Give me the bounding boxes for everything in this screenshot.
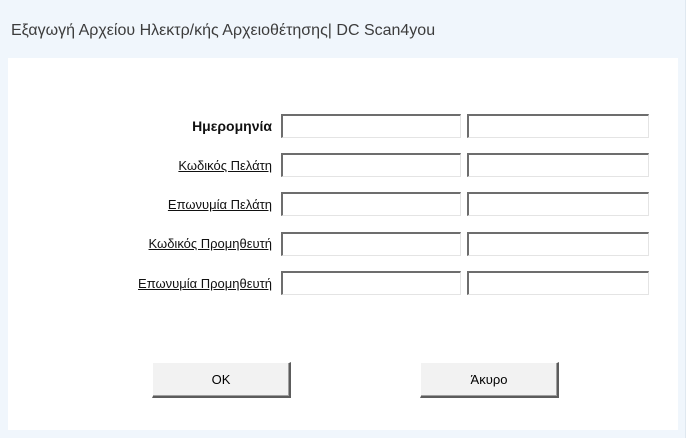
supplier-name-from-input[interactable]	[281, 271, 461, 295]
ok-button[interactable]: OK	[152, 362, 291, 398]
customer-code-to-input[interactable]	[467, 153, 649, 177]
date-to-input[interactable]	[467, 114, 649, 138]
date-label: Ημερομηνία	[192, 118, 272, 134]
supplier-name-to-input[interactable]	[467, 271, 649, 295]
customer-name-link[interactable]: Επωνυμία Πελάτη	[168, 197, 272, 212]
window-title: Εξαγωγή Αρχείου Ηλεκτρ/κής Αρχειοθέτησης…	[11, 22, 436, 39]
customer-name-to-input[interactable]	[467, 192, 649, 216]
customer-code-link[interactable]: Κωδικός Πελάτη	[178, 158, 272, 173]
customer-code-from-input[interactable]	[281, 153, 461, 177]
supplier-code-link[interactable]: Κωδικός Προμηθευτή	[149, 236, 272, 251]
dialog-frame: Εξαγωγή Αρχείου Ηλεκτρ/κής Αρχειοθέτησης…	[0, 0, 686, 438]
dialog-client-area: Ημερομηνία Κωδικός Πελάτη Επωνυμία Πελάτ…	[8, 58, 678, 430]
customer-name-from-input[interactable]	[281, 192, 461, 216]
supplier-code-to-input[interactable]	[467, 232, 649, 256]
date-from-input[interactable]	[281, 114, 461, 138]
supplier-code-from-input[interactable]	[281, 232, 461, 256]
cancel-button[interactable]: Άκυρο	[420, 362, 559, 398]
export-dialog-window: Εξαγωγή Αρχείου Ηλεκτρ/κής Αρχειοθέτησης…	[0, 0, 696, 439]
supplier-name-link[interactable]: Επωνυμία Προμηθευτή	[138, 276, 272, 291]
